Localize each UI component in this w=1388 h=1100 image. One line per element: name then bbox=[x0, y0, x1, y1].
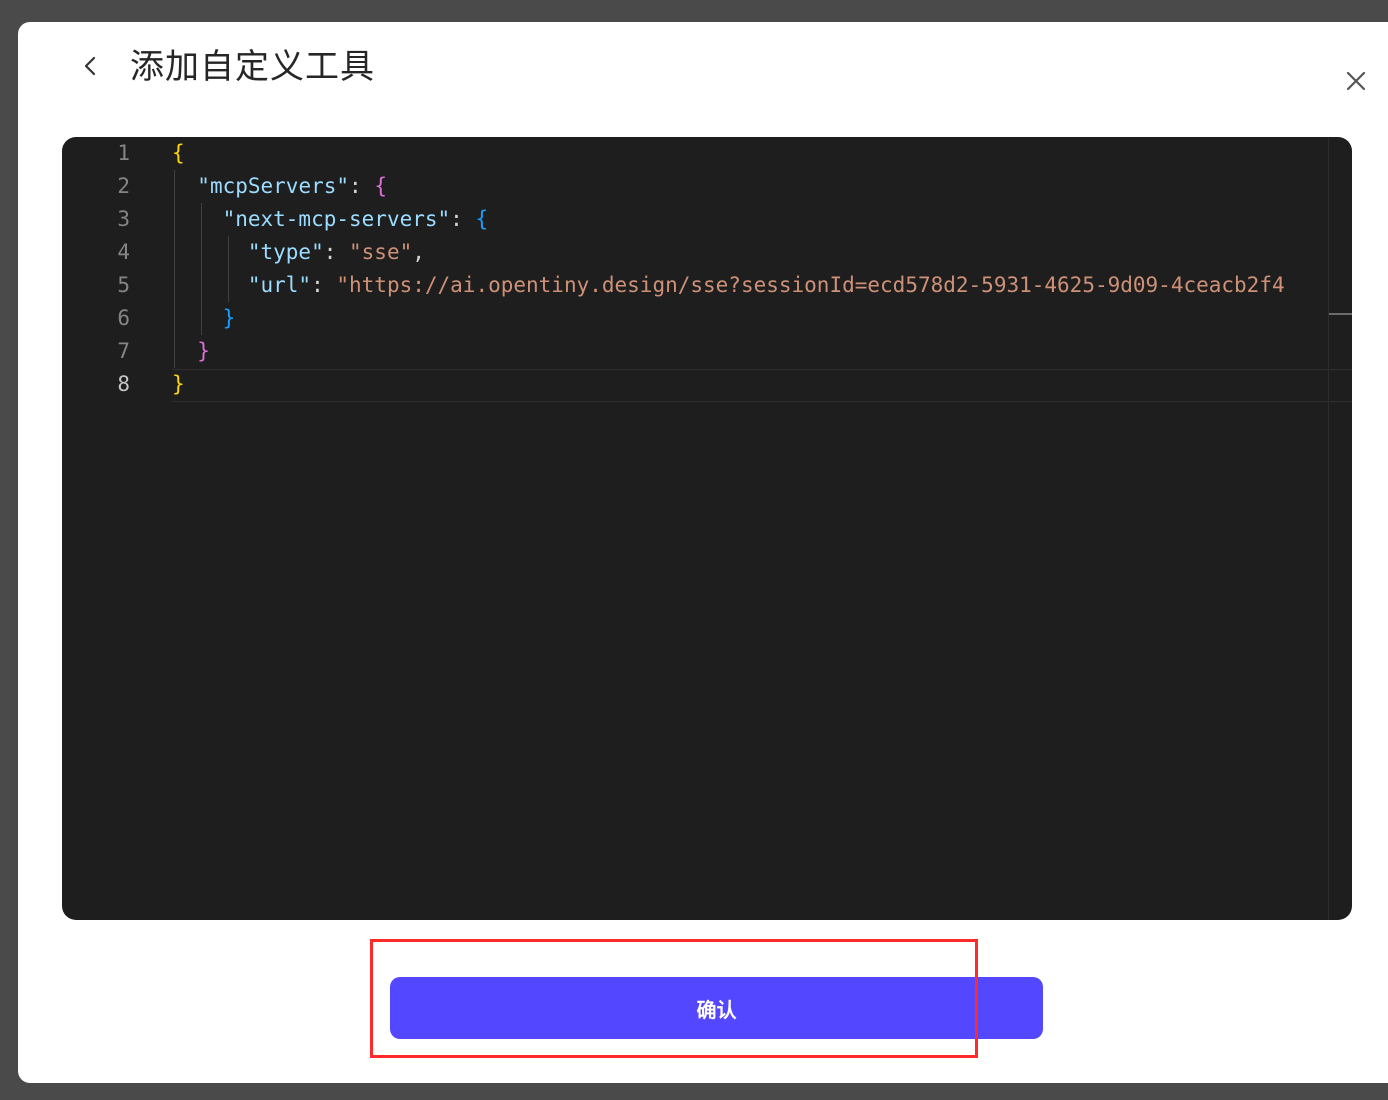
line-number: 5 bbox=[117, 273, 130, 297]
comma: , bbox=[412, 240, 425, 264]
line-number: 1 bbox=[117, 141, 130, 165]
colon: : bbox=[450, 207, 476, 231]
dialog-title: 添加自定义工具 bbox=[130, 47, 375, 87]
overview-ruler-mark bbox=[1329, 313, 1352, 315]
json-code-editor[interactable]: 1 2 3 4 5 6 7 8 { "mcpServers": { "next-… bbox=[62, 137, 1352, 920]
code-line-3: "next-mcp-servers": { bbox=[172, 203, 489, 236]
colon: : bbox=[323, 240, 350, 264]
json-key: "url" bbox=[247, 273, 312, 297]
json-key: "mcpServers" bbox=[197, 174, 350, 198]
close-brace: } bbox=[197, 339, 210, 363]
json-key: "next-mcp-servers" bbox=[222, 207, 451, 231]
code-line-7: } bbox=[172, 335, 210, 368]
code-line-1: { bbox=[172, 137, 185, 170]
line-number: 6 bbox=[117, 306, 130, 330]
colon: : bbox=[349, 174, 375, 198]
open-brace: { bbox=[374, 174, 387, 198]
line-number: 3 bbox=[117, 207, 130, 231]
add-custom-tool-dialog: 添加自定义工具 1 2 3 4 5 6 7 8 { "mcpServers": … bbox=[18, 22, 1388, 1083]
code-line-5: "url": "https://ai.opentiny.design/sse?s… bbox=[172, 269, 1285, 302]
code-line-2: "mcpServers": { bbox=[172, 170, 387, 203]
code-line-8: } bbox=[172, 368, 185, 401]
vertical-scrollbar[interactable] bbox=[1328, 137, 1329, 920]
chevron-left-icon[interactable] bbox=[78, 52, 102, 80]
close-brace: } bbox=[172, 372, 185, 396]
close-icon[interactable] bbox=[1343, 68, 1369, 94]
close-brace: } bbox=[222, 306, 236, 330]
line-number: 2 bbox=[117, 174, 130, 198]
line-number: 7 bbox=[117, 339, 130, 363]
current-line-highlight bbox=[172, 369, 1352, 402]
json-key: "type" bbox=[247, 240, 324, 264]
line-number: 4 bbox=[117, 240, 130, 264]
code-line-4: "type": "sse", bbox=[172, 236, 425, 269]
open-brace: { bbox=[475, 207, 489, 231]
confirm-button[interactable]: 确认 bbox=[390, 977, 1043, 1039]
line-number-active: 8 bbox=[117, 372, 130, 396]
code-line-6: } bbox=[172, 302, 236, 335]
json-string-value: "https://ai.opentiny.design/sse?sessionI… bbox=[336, 273, 1285, 297]
colon: : bbox=[311, 273, 337, 297]
open-brace: { bbox=[172, 141, 185, 165]
json-string-value: "sse" bbox=[349, 240, 413, 264]
